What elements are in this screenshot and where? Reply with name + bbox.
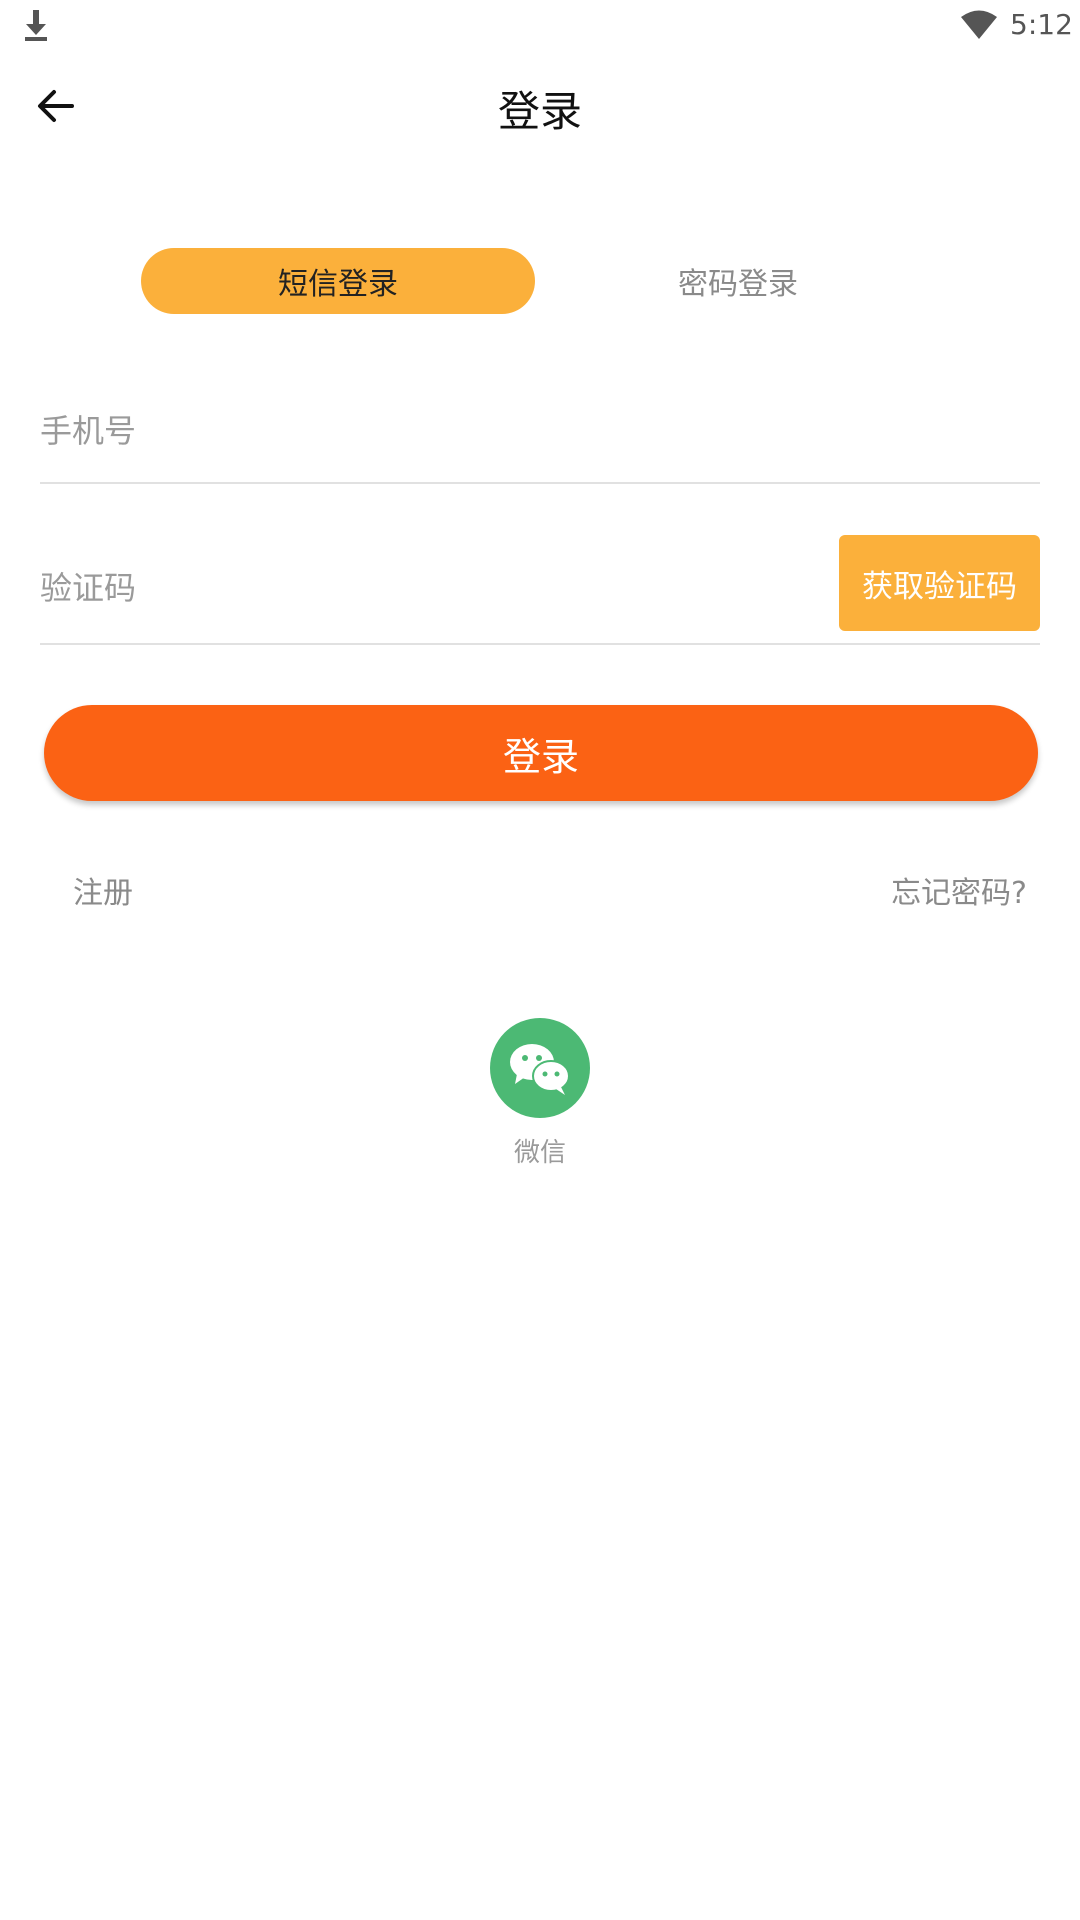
page-title: 登录 (497, 87, 582, 136)
wechat-login-button[interactable]: 微信 (490, 1018, 590, 1168)
wechat-label: 微信 (513, 1138, 566, 1168)
register-link[interactable]: 注册 (73, 868, 133, 912)
app-bar: 登录 (0, 60, 1080, 150)
phone-input[interactable] (40, 380, 820, 482)
status-time: 5:12 (1010, 8, 1073, 41)
login-button[interactable]: 登录 (44, 705, 1038, 801)
tab-sms-login[interactable]: 短信登录 (141, 248, 535, 314)
wechat-icon-circle[interactable] (490, 1018, 590, 1118)
verification-code-field: 获取验证码 (40, 535, 1040, 645)
download-icon (25, 10, 47, 41)
wechat-icon (510, 1044, 570, 1095)
phone-field (40, 380, 1040, 484)
login-method-tabs: 短信登录 密码登录 (141, 248, 941, 314)
forgot-password-link[interactable]: 忘记密码? (891, 868, 1027, 912)
status-bar: 5:12 (0, 0, 1080, 50)
tab-password-login[interactable]: 密码登录 (541, 248, 935, 314)
verification-code-input[interactable] (40, 535, 820, 641)
get-code-button[interactable]: 获取验证码 (839, 535, 1040, 631)
wifi-icon (961, 10, 997, 39)
